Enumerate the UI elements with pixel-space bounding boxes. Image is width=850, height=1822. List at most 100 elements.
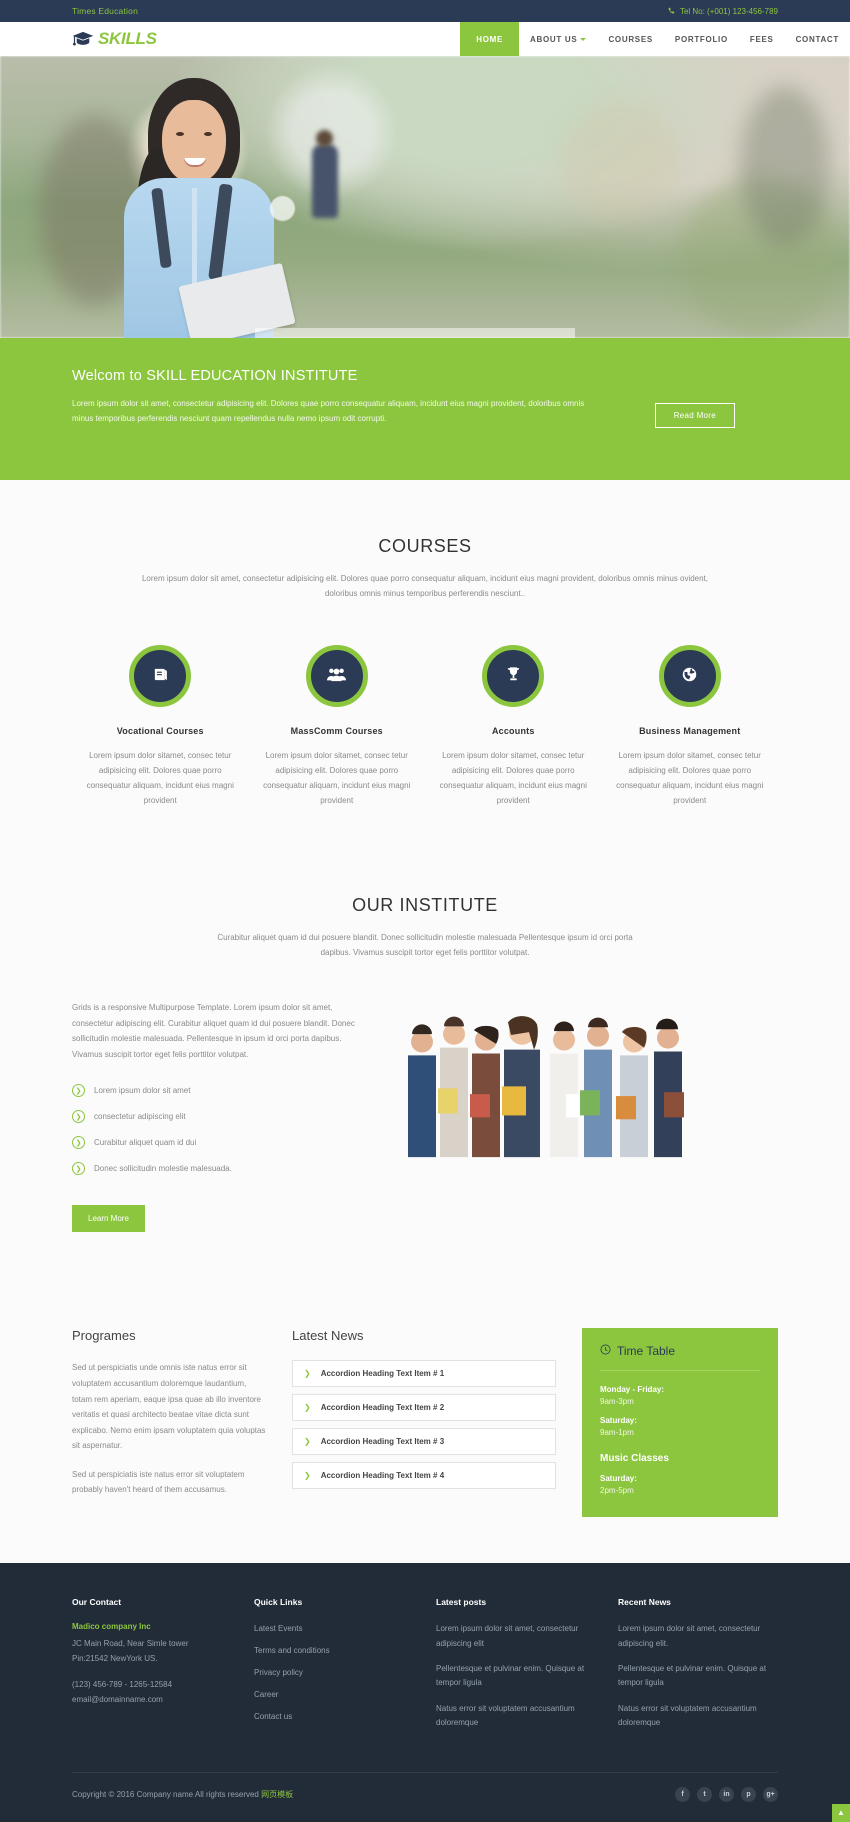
students-group-photo xyxy=(398,1005,778,1158)
course-card-accounts[interactable]: Accounts Lorem ipsum dolor sitamet, cons… xyxy=(425,645,602,808)
footer-link-contact-us[interactable]: Contact us xyxy=(254,1710,414,1725)
background-person xyxy=(316,130,333,147)
chevron-right-icon: ❯ xyxy=(72,1110,85,1124)
institute-description: Curabitur aliquet quam id dui posuere bl… xyxy=(217,932,633,957)
programes-paragraph-2: Sed ut perspiciatis iste natus error sit… xyxy=(72,1469,245,1495)
programes-paragraph-1: Sed ut perspiciatis unde omnis iste natu… xyxy=(72,1363,266,1451)
chevron-right-icon: ❯ xyxy=(304,1437,311,1447)
hero-caption: QUALITY EDUCATION We Teach Students for … xyxy=(255,328,575,338)
scroll-to-top-button[interactable]: ▲ xyxy=(832,1803,850,1822)
footer-address-line-1: JC Main Road, Near Simle tower xyxy=(72,1639,189,1649)
divider xyxy=(600,1370,760,1372)
footer-post-item[interactable]: Pellentesque et pulvinar enim. Quisque a… xyxy=(436,1662,596,1691)
main-nav: HOME ABOUT US COURSES PORTFOLIO FEES CON… xyxy=(460,22,850,56)
footer-contact-column: Our Contact Madico company Inc JC Main R… xyxy=(72,1597,232,1741)
read-more-button[interactable]: Read More xyxy=(654,403,735,428)
footer-post-item[interactable]: Natus error sit voluptatem accusantium d… xyxy=(436,1702,596,1731)
course-card-masscomm[interactable]: MassComm Courses Lorem ipsum dolor sitam… xyxy=(249,645,426,808)
hero-blur-shape xyxy=(560,101,680,221)
nav-item-courses[interactable]: COURSES xyxy=(597,22,663,56)
hero-blur-shape xyxy=(740,86,830,246)
footer-news-item[interactable]: Pellentesque et pulvinar enim. Quisque a… xyxy=(618,1662,778,1691)
chevron-right-icon: ❯ xyxy=(72,1136,85,1150)
book-icon xyxy=(152,666,169,686)
trophy-icon xyxy=(505,666,522,686)
footer-link-latest-events[interactable]: Latest Events xyxy=(254,1622,414,1637)
learn-more-button[interactable]: Learn More xyxy=(72,1205,145,1233)
linkedin-icon[interactable]: in xyxy=(719,1786,734,1802)
time-table-group-title: Music Classes xyxy=(600,1453,669,1465)
logo[interactable]: SKILLS xyxy=(72,22,157,56)
nav-item-portfolio[interactable]: PORTFOLIO xyxy=(664,22,739,56)
bokeh-light xyxy=(270,196,295,221)
top-bar: Times Education Tel No: (+001) 123-456-7… xyxy=(0,0,850,22)
twitter-icon[interactable]: t xyxy=(697,1786,712,1802)
site-header: SKILLS HOME ABOUT US COURSES PORTFOLIO F… xyxy=(0,22,850,56)
course-card-business-management[interactable]: Business Management Lorem ipsum dolor si… xyxy=(602,645,779,808)
welcome-heading: Welcom to SKILL EDUCATION INSTITUTE xyxy=(72,368,358,384)
footer-post-item[interactable]: Lorem ipsum dolor sit amet, consectetur … xyxy=(436,1622,596,1651)
course-icon-circle xyxy=(482,645,545,708)
time-table-title: Time Table xyxy=(600,1344,760,1358)
footer-news-item[interactable]: Natus error sit voluptatem accusantium d… xyxy=(618,1702,778,1731)
graduation-cap-icon xyxy=(72,31,94,47)
chevron-right-icon: ❯ xyxy=(304,1369,311,1379)
nav-item-contact[interactable]: CONTACT xyxy=(785,22,850,56)
footer-link-terms[interactable]: Terms and conditions xyxy=(254,1644,414,1659)
institute-title: OUR INSTITUTE xyxy=(352,894,498,915)
course-desc: Lorem ipsum dolor sitamet, consec tetur … xyxy=(616,751,764,805)
footer-recent-news-column: Recent News Lorem ipsum dolor sit amet, … xyxy=(618,1597,778,1741)
google-plus-icon[interactable]: g+ xyxy=(763,1786,778,1802)
nav-item-about-us[interactable]: ABOUT US xyxy=(519,22,597,56)
latest-news-title: Latest News xyxy=(292,1328,364,1344)
courses-section: COURSES Lorem ipsum dolor sit amet, cons… xyxy=(0,480,850,809)
course-card-vocational[interactable]: Vocational Courses Lorem ipsum dolor sit… xyxy=(72,645,249,808)
list-item: ❯ Lorem ipsum dolor sit amet xyxy=(72,1084,372,1098)
footer-link-career[interactable]: Career xyxy=(254,1688,414,1703)
institute-text-column: Grids is a responsive Multipurpose Templ… xyxy=(72,1000,372,1233)
hero-slider: QUALITY EDUCATION We Teach Students for … xyxy=(0,56,850,338)
course-desc: Lorem ipsum dolor sitamet, consec tetur … xyxy=(263,751,411,805)
time-table-day: Monday - Friday: xyxy=(600,1385,665,1395)
course-title: Business Management xyxy=(639,726,741,737)
courses-description: Lorem ipsum dolor sit amet, consectetur … xyxy=(141,574,709,599)
footer-company-name: Madico company Inc xyxy=(72,1622,151,1632)
time-table-time: 2pm-5pm xyxy=(600,1486,634,1496)
phone-number[interactable]: Tel No: (+001) 123-456-789 xyxy=(680,7,778,16)
site-footer: Our Contact Madico company Inc JC Main R… xyxy=(0,1563,850,1822)
clock-icon xyxy=(600,1344,611,1358)
time-table-time: 9am-1pm xyxy=(600,1428,634,1438)
chevron-right-icon: ❯ xyxy=(304,1471,311,1481)
chevron-down-icon xyxy=(580,37,587,41)
list-item: ❯ consectetur adipiscing elit xyxy=(72,1110,372,1124)
nav-item-fees[interactable]: FEES xyxy=(739,22,785,56)
site-name: Times Education xyxy=(72,6,138,16)
footer-news-item[interactable]: Lorem ipsum dolor sit amet, consectetur … xyxy=(618,1622,778,1651)
copyright: Copyright © 2016 Company name All rights… xyxy=(72,1789,294,1799)
copyright-link[interactable]: 网页模板 xyxy=(261,1790,293,1799)
footer-column-title: Latest posts xyxy=(436,1597,487,1608)
facebook-icon[interactable]: f xyxy=(675,1786,690,1802)
brand-name: SKILLS xyxy=(98,29,157,48)
users-icon xyxy=(327,667,347,685)
footer-latest-posts-column: Latest posts Lorem ipsum dolor sit amet,… xyxy=(436,1597,596,1741)
list-item: ❯ Donec sollicitudin molestie malesuada. xyxy=(72,1162,372,1176)
footer-link-privacy[interactable]: Privacy policy xyxy=(254,1666,414,1681)
course-title: Vocational Courses xyxy=(116,726,204,737)
chevron-right-icon: ❯ xyxy=(72,1162,85,1176)
accordion-item-3[interactable]: ❯ Accordion Heading Text Item # 3 xyxy=(292,1428,556,1456)
footer-column-title: Our Contact xyxy=(72,1597,122,1608)
nav-item-home[interactable]: HOME xyxy=(460,22,520,56)
accordion-item-4[interactable]: ❯ Accordion Heading Text Item # 4 xyxy=(292,1462,556,1490)
accordion-item-1[interactable]: ❯ Accordion Heading Text Item # 1 xyxy=(292,1360,556,1388)
institute-section: OUR INSTITUTE Curabitur aliquet quam id … xyxy=(0,809,850,1233)
course-icon-circle xyxy=(305,645,368,708)
footer-email[interactable]: email@domainname.com xyxy=(72,1693,232,1708)
footer-address-line-2: Pin:21542 NewYork US. xyxy=(72,1654,158,1664)
accordion-item-2[interactable]: ❯ Accordion Heading Text Item # 2 xyxy=(292,1394,556,1422)
welcome-paragraph: Lorem ipsum dolor sit amet, consectetur … xyxy=(72,399,585,423)
courses-grid: Vocational Courses Lorem ipsum dolor sit… xyxy=(72,645,778,808)
course-icon-circle xyxy=(658,645,721,708)
pinterest-icon[interactable]: p xyxy=(741,1786,756,1802)
courses-title: COURSES xyxy=(378,536,472,556)
